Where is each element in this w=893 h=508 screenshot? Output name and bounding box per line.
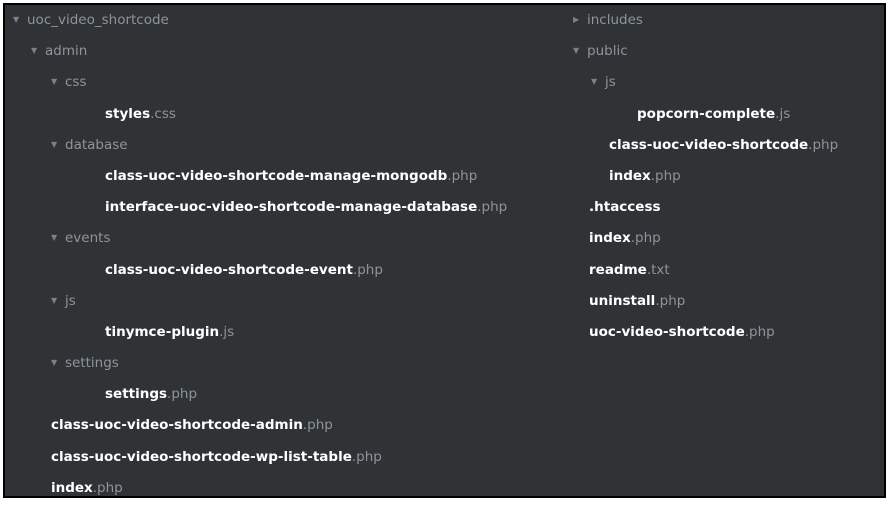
file-extension: .php [477, 199, 508, 216]
chevron-down-icon[interactable]: ▼ [51, 71, 65, 93]
file-name: index [609, 167, 651, 184]
folder-label: js [605, 74, 616, 91]
file-name: .htaccess [589, 199, 661, 216]
folder-label: admin [45, 43, 88, 60]
folder-label: css [65, 74, 87, 91]
file-extension: .php [744, 323, 775, 340]
chevron-down-icon[interactable]: ▼ [51, 352, 65, 374]
file-popcorn-complete[interactable]: popcorn-complete .js [573, 103, 838, 134]
file-tinymce-plugin[interactable]: tinymce-plugin .js [13, 321, 507, 352]
folder-js[interactable]: ▼ js [13, 290, 507, 321]
file-index[interactable]: index .php [573, 227, 838, 258]
file-extension: .js [775, 105, 791, 122]
folder-public[interactable]: ▼ public [573, 40, 838, 71]
file-extension: .php [630, 230, 661, 247]
file-extension: .php [167, 386, 198, 403]
file-tree-right-column: ▶ includes ▼ public ▼ js popcorn-complet… [573, 9, 838, 352]
file-name: class-uoc-video-shortcode [609, 136, 809, 153]
file-name: class-uoc-video-shortcode-manage-mongodb [105, 167, 448, 184]
file-admin-class[interactable]: class-uoc-video-shortcode-admin .php [13, 414, 507, 445]
file-public-class[interactable]: class-uoc-video-shortcode .php [573, 134, 838, 165]
folder-settings[interactable]: ▼ settings [13, 352, 507, 383]
file-tree-left-column: ▼ uoc_video_shortcode ▼ admin ▼ css styl… [13, 9, 507, 508]
file-extension: .php [447, 167, 478, 184]
file-name: uninstall [589, 292, 656, 309]
folder-events[interactable]: ▼ events [13, 227, 507, 258]
file-readme[interactable]: readme .txt [573, 259, 838, 290]
file-extension: .php [302, 417, 333, 434]
file-extension: .php [808, 136, 839, 153]
file-public-index[interactable]: index .php [573, 165, 838, 196]
folder-label: public [587, 43, 628, 60]
file-name: index [51, 479, 93, 496]
file-admin-index[interactable]: index .php [13, 477, 507, 508]
file-tree-panel: ▼ uoc_video_shortcode ▼ admin ▼ css styl… [3, 3, 886, 498]
file-extension: .css [150, 105, 176, 122]
file-name: class-uoc-video-shortcode-event [105, 261, 353, 278]
file-name: popcorn-complete [637, 105, 776, 122]
file-name: styles [105, 105, 151, 122]
chevron-right-icon[interactable]: ▶ [573, 9, 587, 31]
file-extension: .php [92, 479, 123, 496]
chevron-down-icon[interactable]: ▼ [573, 40, 587, 62]
folder-includes[interactable]: ▶ includes [573, 9, 838, 40]
file-name: interface-uoc-video-shortcode-manage-dat… [105, 199, 478, 216]
file-extension: .php [352, 261, 383, 278]
file-name: tinymce-plugin [105, 323, 220, 340]
file-settings-php[interactable]: settings .php [13, 383, 507, 414]
chevron-down-icon[interactable]: ▼ [591, 71, 605, 93]
folder-public-js[interactable]: ▼ js [573, 71, 838, 102]
file-wp-list-table[interactable]: class-uoc-video-shortcode-wp-list-table.… [13, 446, 507, 477]
chevron-down-icon[interactable]: ▼ [13, 9, 27, 31]
file-name: settings [105, 386, 168, 403]
file-manage-mongodb[interactable]: class-uoc-video-shortcode-manage-mongodb… [13, 165, 507, 196]
file-extension: .txt [646, 261, 670, 278]
chevron-down-icon[interactable]: ▼ [31, 40, 45, 62]
file-extension: .php [351, 448, 382, 465]
file-name: index [589, 230, 631, 247]
file-htaccess[interactable]: .htaccess [573, 196, 838, 227]
file-extension: .php [650, 167, 681, 184]
chevron-down-icon[interactable]: ▼ [51, 134, 65, 156]
chevron-down-icon[interactable]: ▼ [51, 227, 65, 249]
file-manage-database[interactable]: interface-uoc-video-shortcode-manage-dat… [13, 196, 507, 227]
file-extension: .php [655, 292, 686, 309]
folder-label: settings [65, 355, 119, 372]
folder-label: includes [587, 12, 643, 28]
folder-database[interactable]: ▼ database [13, 134, 507, 165]
file-uninstall[interactable]: uninstall .php [573, 290, 838, 321]
file-styles-css[interactable]: styles .css [13, 103, 507, 134]
file-name: class-uoc-video-shortcode-admin [51, 417, 303, 434]
folder-label: js [65, 292, 76, 309]
file-name: uoc-video-shortcode [589, 323, 745, 340]
folder-css[interactable]: ▼ css [13, 71, 507, 102]
file-name: readme [589, 261, 647, 278]
file-uoc-video-shortcode-main[interactable]: uoc-video-shortcode .php [573, 321, 838, 352]
folder-uoc-video-shortcode[interactable]: ▼ uoc_video_shortcode [13, 9, 507, 40]
file-extension: .js [219, 323, 235, 340]
folder-label: events [65, 230, 111, 247]
chevron-down-icon[interactable]: ▼ [51, 290, 65, 312]
file-name: class-uoc-video-shortcode-wp-list-table [51, 448, 352, 465]
folder-label: database [65, 136, 128, 153]
folder-label: uoc_video_shortcode [27, 12, 169, 28]
file-event[interactable]: class-uoc-video-shortcode-event .php [13, 259, 507, 290]
folder-admin[interactable]: ▼ admin [13, 40, 507, 71]
